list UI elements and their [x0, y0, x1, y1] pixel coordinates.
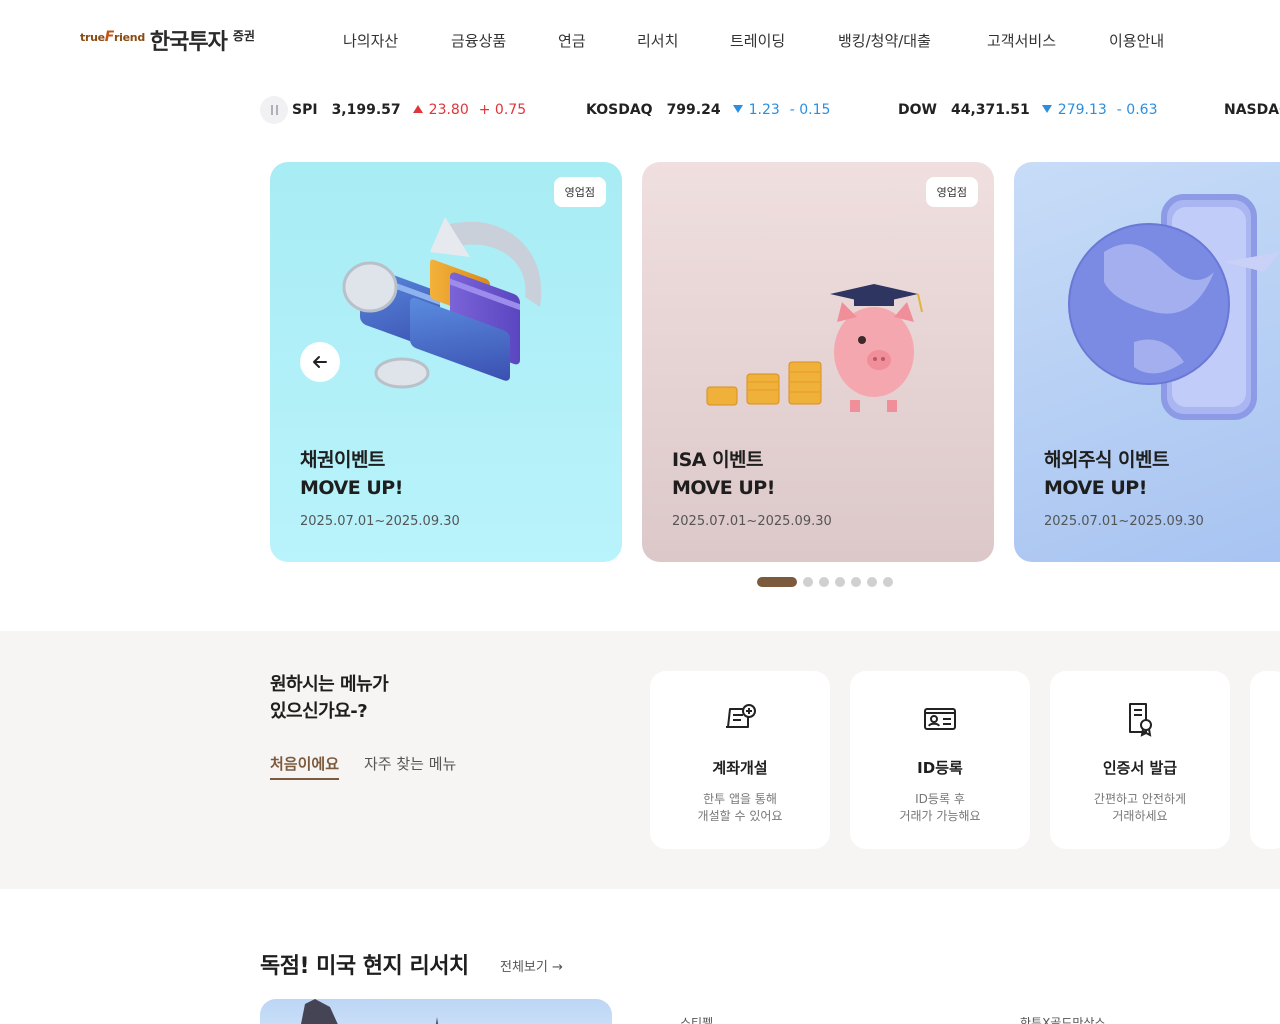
pagination-dot[interactable] — [883, 577, 893, 587]
menu-card-title: ID등록 — [917, 759, 963, 777]
nav-customer-service[interactable]: 고객서비스 — [987, 30, 1056, 51]
bond-illustration — [342, 217, 542, 389]
carousel-pagination — [757, 577, 893, 587]
globe-phone-illustration — [1068, 194, 1280, 420]
event-card-overseas[interactable]: 해외주식 이벤트 MOVE UP! 2025.07.01~2025.09.30 — [1014, 162, 1280, 562]
nav-products[interactable]: 금융상품 — [451, 30, 506, 51]
menu-card-title: 계좌개설 — [712, 759, 768, 777]
logo-name: 한국투자 — [149, 30, 228, 55]
research-view-all-link[interactable]: 전체보기 → — [500, 956, 563, 975]
menu-card-desc: 한투 앱을 통해 개설할 수 있어요 — [697, 792, 783, 823]
ticker-change: 1.23 — [732, 102, 780, 118]
id-card-icon — [924, 708, 956, 730]
ticker-change: 23.80 — [412, 102, 469, 118]
brand-logo[interactable]: trueFriend 한국투자 증권 — [80, 24, 255, 56]
pagination-dot[interactable] — [803, 577, 813, 587]
tab-first-time[interactable]: 처음이에요 — [270, 753, 340, 780]
research-title: 독점! 미국 현지 리서치 — [260, 954, 469, 979]
pagination-dot[interactable] — [867, 577, 877, 587]
nav-trading[interactable]: 트레이딩 — [730, 30, 785, 51]
pagination-dot[interactable] — [835, 577, 845, 587]
menu-card-account-open[interactable]: 계좌개설 한투 앱을 통해 개설할 수 있어요 — [650, 671, 830, 849]
pagination-dot[interactable] — [757, 577, 797, 587]
event-card-isa[interactable]: 영업점 ISA 이벤트 MOVE UP! 2025.07.01~2025.09.3… — [642, 162, 994, 562]
ticker-item-dow[interactable]: DOW 44,371.51 279.13 - 0.63 — [898, 102, 1157, 118]
statue-image — [301, 999, 439, 1024]
menu-card-desc: 간편하고 안전하게 거래하세요 — [1093, 792, 1187, 823]
carousel-prev-button[interactable] — [300, 342, 340, 382]
ticker-item-nasdaq[interactable]: NASDAQ — [1224, 102, 1280, 118]
logo-truefriend: trueFriend — [80, 29, 145, 45]
account-open-icon — [726, 704, 756, 728]
card-title: 채권이벤트 MOVE UP! — [300, 449, 403, 499]
piggy-bank-illustration — [706, 284, 923, 412]
quick-menu-section: 원하시는 메뉴가 있으신가요-? 처음이에요 자주 찾는 메뉴 계좌개설 한투 앱… — [0, 631, 1280, 889]
ticker-change: 279.13 — [1041, 102, 1107, 118]
ticker-name: DOW — [898, 102, 937, 118]
up-arrow-icon — [412, 105, 423, 113]
ticker-value: 799.24 — [666, 102, 721, 118]
ticker-item-kosdaq[interactable]: KOSDAQ 799.24 1.23 - 0.15 — [586, 102, 830, 118]
nav-banking[interactable]: 뱅킹/청약/대출 — [838, 30, 931, 51]
ticker-value: 3,199.57 — [331, 102, 401, 118]
ticker-name: SPI — [292, 102, 318, 118]
card-date: 2025.07.01~2025.09.30 — [300, 514, 460, 529]
nav-guide[interactable]: 이용안내 — [1109, 30, 1164, 51]
tab-frequent[interactable]: 자주 찾는 메뉴 — [364, 753, 456, 774]
down-arrow-icon — [732, 105, 743, 113]
pause-icon-bar — [275, 105, 278, 115]
menu-card-next[interactable] — [1250, 671, 1280, 849]
menu-card-desc: ID등록 후 거래가 가능해요 — [899, 792, 981, 823]
menu-card-id-register[interactable]: ID등록 ID등록 후 거래가 가능해요 — [850, 671, 1030, 849]
ticker-rate: - 0.15 — [789, 102, 831, 118]
header: trueFriend 한국투자 증권 나의자산 금융상품 연금 리서치 트레이딩… — [0, 0, 1280, 80]
research-item-label[interactable]: 스티펠 — [680, 1014, 713, 1024]
card-date: 2025.07.01~2025.09.30 — [1044, 514, 1204, 529]
research-thumbnail[interactable] — [260, 999, 612, 1024]
pagination-dot[interactable] — [819, 577, 829, 587]
pagination-dot[interactable] — [851, 577, 861, 587]
card-date: 2025.07.01~2025.09.30 — [672, 514, 832, 529]
card-title: ISA 이벤트 MOVE UP! — [672, 449, 775, 499]
pause-icon — [270, 105, 273, 115]
branch-badge: 영업점 — [925, 177, 978, 207]
ticker-rate: + 0.75 — [478, 102, 527, 118]
nav-pension[interactable]: 연금 — [558, 30, 586, 51]
down-arrow-icon — [1041, 105, 1052, 113]
menu-card-title: 인증서 발급 — [1102, 759, 1178, 777]
event-card-bond[interactable]: 영업점 채권이벤트 MOVE UP! 2025.07.01~2025.09.30 — [270, 162, 622, 562]
ticker-name: NASDAQ — [1224, 102, 1280, 118]
pause-button[interactable] — [260, 96, 288, 124]
logo-sub: 증권 — [232, 29, 255, 43]
certificate-icon — [1129, 703, 1152, 737]
card-title: 해외주식 이벤트 MOVE UP! — [1044, 449, 1169, 499]
ticker-rate: - 0.63 — [1116, 102, 1158, 118]
nav-research[interactable]: 리서치 — [637, 30, 678, 51]
arrow-left-icon — [313, 356, 327, 368]
ticker-value: 44,371.51 — [950, 102, 1030, 118]
market-ticker: SPI 3,199.57 23.80 + 0.75 KOSDAQ 799.24 … — [258, 94, 1280, 128]
quick-menu-heading: 원하시는 메뉴가 있으신가요-? — [270, 674, 389, 722]
research-item-label[interactable]: 한투X골드만삭스 — [1020, 1014, 1106, 1024]
ticker-item-kospi[interactable]: SPI 3,199.57 23.80 + 0.75 — [292, 102, 526, 118]
nav-my-assets[interactable]: 나의자산 — [343, 30, 398, 51]
ticker-name: KOSDAQ — [586, 102, 653, 118]
menu-card-certificate[interactable]: 인증서 발급 간편하고 안전하게 거래하세요 — [1050, 671, 1230, 849]
